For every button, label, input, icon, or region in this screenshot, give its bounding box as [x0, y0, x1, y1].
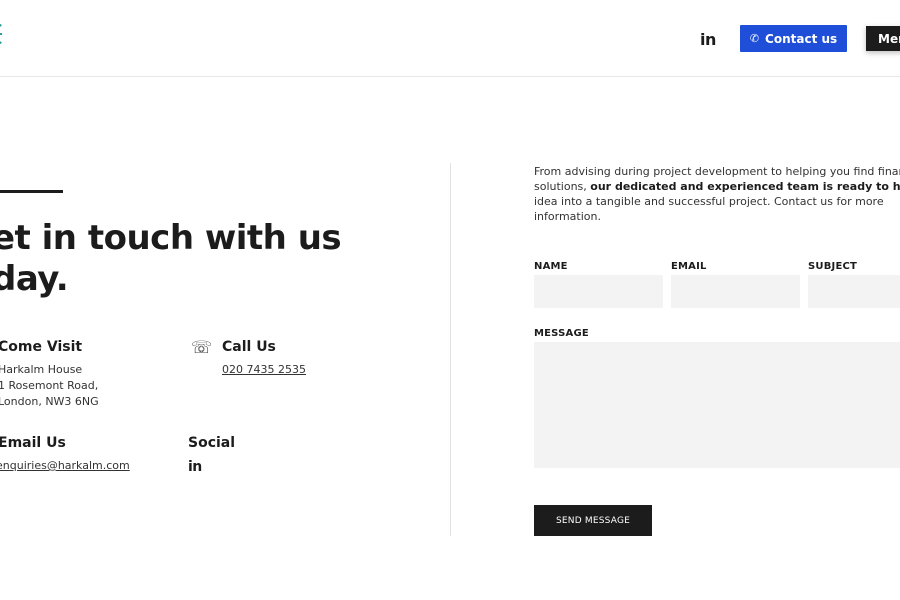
- call-title: Call Us: [222, 339, 276, 355]
- logo-icon[interactable]: [0, 22, 4, 48]
- name-label: NAME: [534, 261, 568, 272]
- address-line-2: 1 Rosemont Road,: [0, 379, 99, 392]
- intro-line-4: information.: [534, 210, 601, 223]
- email-field[interactable]: [671, 275, 800, 308]
- page-title-line-1: et in touch with us: [0, 218, 342, 258]
- contact-us-label: Contact us: [765, 31, 838, 46]
- heading-rule: [0, 190, 63, 193]
- intro-line-1: From advising during project development…: [534, 165, 900, 178]
- message-label: MESSAGE: [534, 328, 589, 339]
- intro-line-3: idea into a tangible and successful proj…: [534, 195, 884, 208]
- page-title: et in touch with us day.: [0, 218, 372, 300]
- visit-title: Come Visit: [0, 339, 83, 355]
- site-header: in ✆ Contact us Menu: [0, 0, 900, 77]
- email-title: Email Us: [0, 435, 66, 451]
- address-line-1: Harkalm House: [0, 363, 83, 376]
- subject-label: SUBJECT: [808, 261, 858, 272]
- linkedin-icon[interactable]: in: [700, 30, 716, 49]
- name-field[interactable]: [534, 275, 663, 308]
- intro-text-a: solutions,: [534, 180, 591, 193]
- page-title-line-2: day.: [0, 259, 69, 299]
- phone-icon: ✆: [749, 32, 760, 45]
- menu-button[interactable]: Menu: [866, 26, 900, 51]
- form-intro: From advising during project development…: [534, 164, 900, 224]
- visit-address: Harkalm House 1 Rosemont Road, London, N…: [0, 362, 99, 410]
- social-title: Social: [188, 435, 236, 451]
- social-linkedin-icon[interactable]: in: [188, 459, 202, 475]
- address-line-3: London, NW3 6NG: [0, 395, 99, 408]
- intro-line-2: solutions, our dedicated and experienced…: [534, 179, 900, 194]
- subject-field[interactable]: [808, 275, 900, 308]
- telephone-icon: ☏: [191, 338, 213, 358]
- send-message-button[interactable]: SEND MESSAGE: [534, 505, 652, 536]
- intro-emphasis: our dedicated and experienced team is re…: [590, 180, 900, 193]
- contact-us-button[interactable]: ✆ Contact us: [740, 25, 847, 52]
- email-label: EMAIL: [671, 261, 707, 272]
- message-field[interactable]: [534, 342, 900, 468]
- phone-link[interactable]: 020 7435 2535: [222, 363, 306, 376]
- email-link[interactable]: enquiries@harkalm.com: [0, 459, 130, 472]
- column-divider: [450, 163, 451, 536]
